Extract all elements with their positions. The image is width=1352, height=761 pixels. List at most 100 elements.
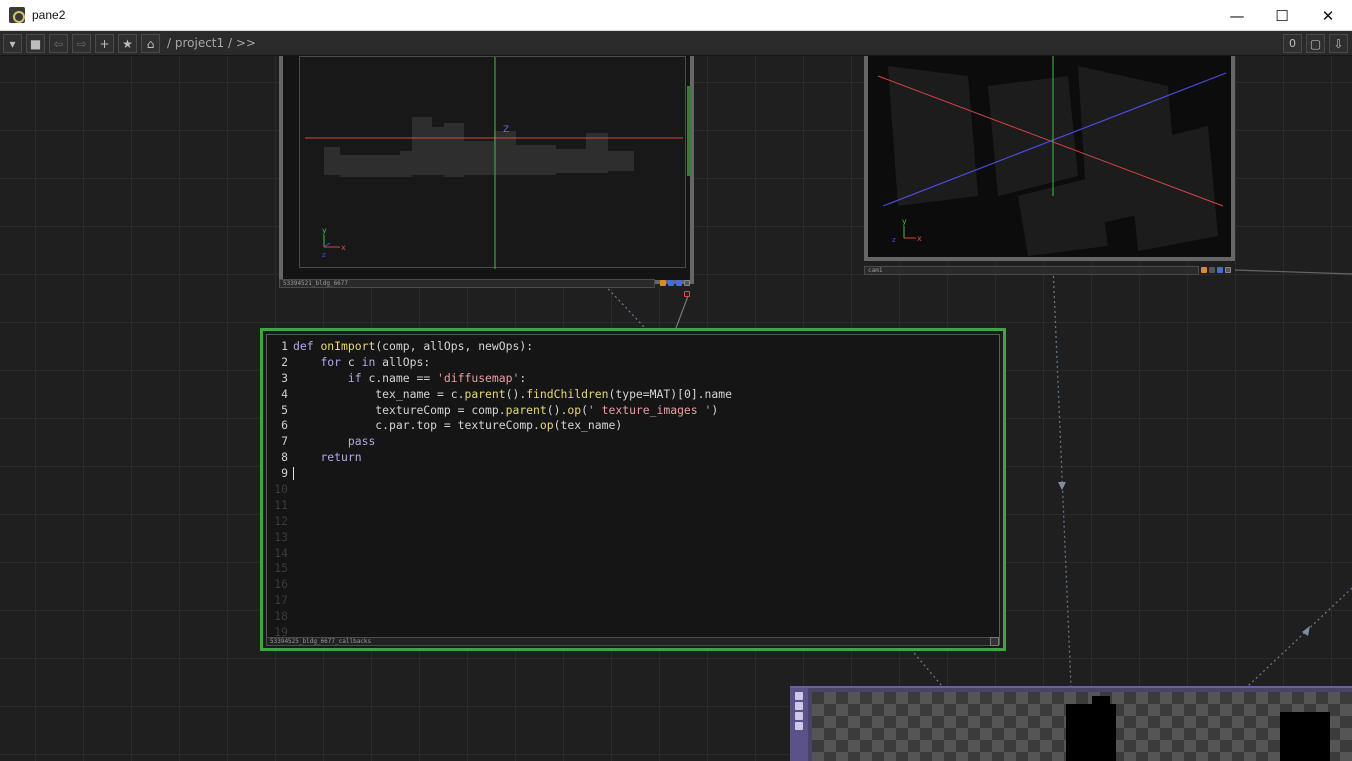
text-cursor	[293, 467, 294, 481]
code-editor[interactable]: 1 def onImport(comp, allOps, newOps): 2 fo…	[266, 334, 1000, 645]
node-flag[interactable]	[1217, 267, 1223, 273]
code-text[interactable]	[293, 466, 294, 482]
geometry-viewport[interactable]: Z x y z	[299, 56, 686, 269]
code-line[interactable]: 13	[267, 530, 732, 546]
app-logo-icon	[9, 7, 25, 23]
code-line[interactable]: 9	[267, 466, 732, 482]
close-button[interactable]: ✕	[1305, 0, 1351, 31]
code-line[interactable]: 12	[267, 514, 732, 530]
viewer-side-bar	[687, 86, 691, 176]
window-title: pane2	[32, 8, 66, 22]
home-icon[interactable]: ⌂	[141, 34, 160, 53]
breadcrumb-path[interactable]: / project1 / >>	[167, 36, 256, 50]
code-line[interactable]: 14	[267, 546, 732, 562]
code-line[interactable]: 15	[267, 561, 732, 577]
code-line[interactable]: 17	[267, 593, 732, 609]
code-line[interactable]: 4 tex_name = c.parent().findChildren(typ…	[267, 387, 732, 403]
forward-icon[interactable]: ⇨	[72, 34, 91, 53]
line-number: 9	[281, 466, 288, 481]
network-toolbar: ▾ ■ ⇦ ⇨ + ★ ⌂ / project1 / >> 0 ▢ ⇩	[0, 31, 1352, 56]
line-number: 18	[274, 609, 288, 624]
scene-render: Z x y z	[305, 57, 683, 269]
node-flag[interactable]	[1201, 267, 1207, 273]
texture-preview	[812, 692, 1352, 761]
viewer-toggle-icon[interactable]	[990, 637, 999, 646]
code-text[interactable]: c.par.top = textureComp.op(tex_name)	[293, 418, 622, 434]
node-flag[interactable]	[668, 280, 674, 286]
edit-icon[interactable]	[795, 722, 803, 730]
line-number: 12	[274, 513, 288, 528]
svg-text:y: y	[902, 217, 907, 226]
dat-name-label[interactable]: 53394525_bldg_6677_callbacks	[266, 637, 992, 646]
code-text[interactable]: for c in allOps:	[293, 355, 430, 371]
line-number: 14	[274, 545, 288, 560]
edit-icon[interactable]	[795, 702, 803, 710]
line-number: 6	[281, 418, 288, 433]
line-number: 11	[274, 497, 288, 512]
minimize-button[interactable]: —	[1214, 0, 1260, 31]
expand-icon[interactable]	[795, 712, 803, 720]
code-line[interactable]: 8 return	[267, 450, 732, 466]
code-line[interactable]: 18	[267, 609, 732, 625]
code-text[interactable]: def onImport(comp, allOps, newOps):	[293, 339, 533, 355]
code-text[interactable]: pass	[293, 434, 375, 450]
callbacks-dat-node[interactable]: 1 def onImport(comp, allOps, newOps): 2 fo…	[260, 328, 1006, 651]
code-line[interactable]: 10	[267, 482, 732, 498]
svg-text:x: x	[917, 234, 922, 243]
line-number: 13	[274, 529, 288, 544]
line-number: 17	[274, 593, 288, 608]
line-number: 10	[274, 482, 288, 497]
back-icon[interactable]: ⇦	[49, 34, 68, 53]
stop-icon[interactable]: ■	[26, 34, 45, 53]
code-line[interactable]: 2 for c in allOps:	[267, 355, 732, 371]
node-flag[interactable]	[660, 280, 666, 286]
svg-text:x: x	[341, 243, 346, 252]
line-number: 4	[281, 386, 288, 401]
code-lines[interactable]: 1 def onImport(comp, allOps, newOps): 2 fo…	[267, 339, 732, 641]
plus-icon[interactable]: +	[95, 34, 114, 53]
code-line[interactable]: 16	[267, 577, 732, 593]
code-text[interactable]: tex_name = c.parent().findChildren(type=…	[293, 387, 732, 403]
line-number: 7	[281, 434, 288, 449]
svg-text:y: y	[322, 226, 327, 235]
counter-badge[interactable]: 0	[1283, 34, 1302, 53]
geometry-viewer-node[interactable]: Z x y z	[279, 56, 694, 284]
svg-text:Z: Z	[503, 125, 509, 135]
line-number: 16	[274, 577, 288, 592]
code-text[interactable]: textureComp = comp.parent().op(' texture…	[293, 403, 718, 419]
node-flag[interactable]	[1225, 267, 1231, 273]
line-number: 1	[281, 339, 288, 353]
code-line[interactable]: 11	[267, 498, 732, 514]
download-icon[interactable]: ⇩	[1329, 34, 1348, 53]
code-line[interactable]: 5 textureComp = comp.parent().op(' textu…	[267, 403, 732, 419]
title-bar: pane2 — ☐ ✕	[0, 0, 1352, 31]
window-icon[interactable]: ▢	[1306, 34, 1325, 53]
camera-viewer-node[interactable]: x y z	[864, 56, 1235, 261]
code-line[interactable]: 1 def onImport(comp, allOps, newOps):	[267, 339, 732, 355]
network-canvas[interactable]: Z x y z 53394521_bldg_6677 x y z cam1 1 …	[0, 56, 1352, 761]
star-icon[interactable]: ★	[118, 34, 137, 53]
svg-text:z: z	[322, 251, 326, 259]
svg-text:z: z	[892, 236, 896, 244]
top-viewer-node[interactable]	[790, 686, 1352, 761]
line-number: 5	[281, 402, 288, 417]
menu-down-icon[interactable]: ▾	[3, 34, 22, 53]
node-flag[interactable]	[684, 280, 690, 286]
code-text[interactable]: return	[293, 450, 361, 466]
line-number: 3	[281, 370, 288, 385]
maximize-button[interactable]: ☐	[1259, 0, 1305, 31]
node-name-label[interactable]: 53394521_bldg_6677	[279, 279, 655, 288]
node-side-toolbar	[790, 688, 808, 761]
output-connector[interactable]	[684, 291, 690, 297]
line-number: 15	[274, 561, 288, 576]
bypass-icon[interactable]	[795, 692, 803, 700]
code-line[interactable]: 6 c.par.top = textureComp.op(tex_name)	[267, 418, 732, 434]
node-name-label[interactable]: cam1	[864, 266, 1199, 275]
line-number: 8	[281, 450, 288, 465]
node-flag[interactable]	[1209, 267, 1215, 273]
node-flag[interactable]	[676, 280, 682, 286]
code-line[interactable]: 7 pass	[267, 434, 732, 450]
code-line[interactable]: 3 if c.name == 'diffusemap':	[267, 371, 732, 387]
code-text[interactable]: if c.name == 'diffusemap':	[293, 371, 526, 387]
line-number: 2	[281, 354, 288, 369]
